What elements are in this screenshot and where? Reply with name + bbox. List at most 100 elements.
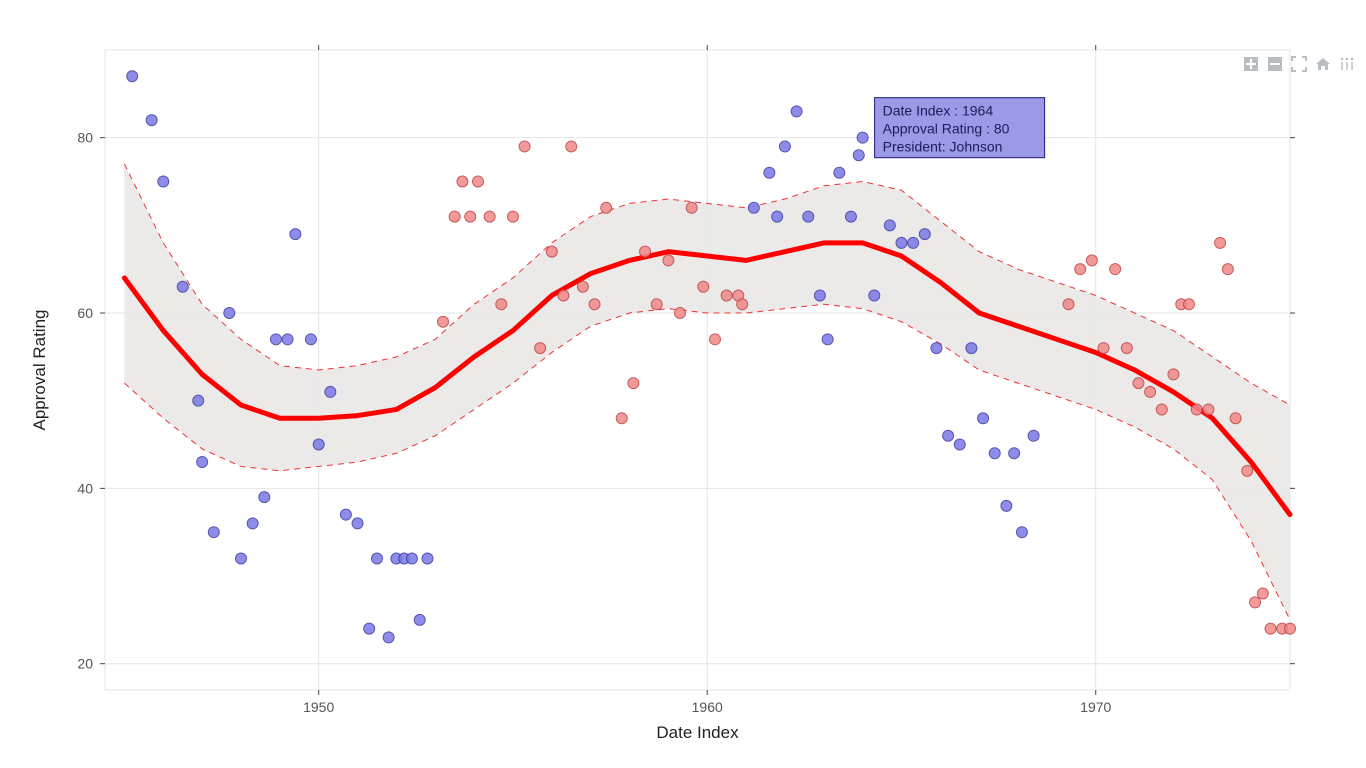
data-point[interactable] bbox=[438, 316, 449, 327]
data-point[interactable] bbox=[282, 334, 293, 345]
data-point[interactable] bbox=[814, 290, 825, 301]
data-point[interactable] bbox=[193, 395, 204, 406]
data-point[interactable] bbox=[146, 115, 157, 126]
data-point[interactable] bbox=[406, 553, 417, 564]
data-point[interactable] bbox=[177, 281, 188, 292]
data-point[interactable] bbox=[1250, 597, 1261, 608]
data-point[interactable] bbox=[1183, 299, 1194, 310]
data-point[interactable] bbox=[371, 553, 382, 564]
data-point[interactable] bbox=[772, 211, 783, 222]
data-point[interactable] bbox=[748, 202, 759, 213]
data-point[interactable] bbox=[737, 299, 748, 310]
data-point[interactable] bbox=[896, 237, 907, 248]
data-point[interactable] bbox=[989, 448, 1000, 459]
data-point[interactable] bbox=[779, 141, 790, 152]
data-point[interactable] bbox=[1001, 500, 1012, 511]
data-point[interactable] bbox=[919, 229, 930, 240]
zoom-out-button[interactable] bbox=[1266, 55, 1284, 73]
data-point[interactable] bbox=[208, 527, 219, 538]
data-point[interactable] bbox=[577, 281, 588, 292]
data-point[interactable] bbox=[822, 334, 833, 345]
data-point[interactable] bbox=[558, 290, 569, 301]
data-point[interactable] bbox=[465, 211, 476, 222]
expand-button[interactable] bbox=[1290, 55, 1308, 73]
data-point[interactable] bbox=[869, 290, 880, 301]
data-point[interactable] bbox=[1086, 255, 1097, 266]
data-point[interactable] bbox=[675, 308, 686, 319]
data-point[interactable] bbox=[978, 413, 989, 424]
data-point[interactable] bbox=[628, 378, 639, 389]
data-point[interactable] bbox=[364, 623, 375, 634]
data-point[interactable] bbox=[1257, 588, 1268, 599]
data-point[interactable] bbox=[1121, 343, 1132, 354]
data-point[interactable] bbox=[305, 334, 316, 345]
data-point[interactable] bbox=[224, 308, 235, 319]
data-point[interactable] bbox=[803, 211, 814, 222]
data-point[interactable] bbox=[235, 553, 246, 564]
data-point[interactable] bbox=[884, 220, 895, 231]
data-point[interactable] bbox=[1168, 369, 1179, 380]
home-button[interactable] bbox=[1314, 55, 1332, 73]
data-point[interactable] bbox=[845, 211, 856, 222]
data-point[interactable] bbox=[966, 343, 977, 354]
data-point[interactable] bbox=[325, 386, 336, 397]
data-point[interactable] bbox=[1110, 264, 1121, 275]
data-point[interactable] bbox=[247, 518, 258, 529]
data-point[interactable] bbox=[1285, 623, 1296, 634]
data-point[interactable] bbox=[158, 176, 169, 187]
data-point[interactable] bbox=[449, 211, 460, 222]
data-point[interactable] bbox=[908, 237, 919, 248]
data-point[interactable] bbox=[698, 281, 709, 292]
data-point[interactable] bbox=[1028, 430, 1039, 441]
data-point[interactable] bbox=[484, 211, 495, 222]
data-point[interactable] bbox=[853, 150, 864, 161]
data-point[interactable] bbox=[1098, 343, 1109, 354]
data-point[interactable] bbox=[1191, 404, 1202, 415]
brush-button[interactable] bbox=[1338, 55, 1356, 73]
data-point[interactable] bbox=[651, 299, 662, 310]
data-point[interactable] bbox=[1075, 264, 1086, 275]
data-point[interactable] bbox=[1215, 237, 1226, 248]
data-point[interactable] bbox=[472, 176, 483, 187]
data-point[interactable] bbox=[1222, 264, 1233, 275]
data-point[interactable] bbox=[414, 614, 425, 625]
data-point[interactable] bbox=[1016, 527, 1027, 538]
data-point[interactable] bbox=[546, 246, 557, 257]
data-point[interactable] bbox=[566, 141, 577, 152]
data-point[interactable] bbox=[721, 290, 732, 301]
data-point[interactable] bbox=[340, 509, 351, 520]
data-point[interactable] bbox=[1133, 378, 1144, 389]
data-point[interactable] bbox=[1230, 413, 1241, 424]
data-point[interactable] bbox=[352, 518, 363, 529]
data-point[interactable] bbox=[943, 430, 954, 441]
data-point[interactable] bbox=[422, 553, 433, 564]
data-point[interactable] bbox=[663, 255, 674, 266]
data-point[interactable] bbox=[507, 211, 518, 222]
data-point[interactable] bbox=[127, 71, 138, 82]
data-point[interactable] bbox=[1009, 448, 1020, 459]
data-point[interactable] bbox=[519, 141, 530, 152]
data-point[interactable] bbox=[931, 343, 942, 354]
zoom-in-button[interactable] bbox=[1242, 55, 1260, 73]
data-point[interactable] bbox=[1242, 465, 1253, 476]
data-point[interactable] bbox=[709, 334, 720, 345]
data-point[interactable] bbox=[1265, 623, 1276, 634]
data-point[interactable] bbox=[313, 439, 324, 450]
data-point[interactable] bbox=[290, 229, 301, 240]
data-point[interactable] bbox=[457, 176, 468, 187]
data-point[interactable] bbox=[791, 106, 802, 117]
data-point[interactable] bbox=[496, 299, 507, 310]
data-point[interactable] bbox=[857, 132, 868, 143]
approval-chart[interactable]: 19501960197020406080Date IndexApproval R… bbox=[0, 0, 1366, 768]
data-point[interactable] bbox=[954, 439, 965, 450]
data-point[interactable] bbox=[686, 202, 697, 213]
data-point[interactable] bbox=[270, 334, 281, 345]
data-point[interactable] bbox=[1156, 404, 1167, 415]
data-point[interactable] bbox=[1063, 299, 1074, 310]
data-point[interactable] bbox=[1145, 386, 1156, 397]
data-point[interactable] bbox=[259, 492, 270, 503]
data-point[interactable] bbox=[1203, 404, 1214, 415]
data-point[interactable] bbox=[640, 246, 651, 257]
data-point[interactable] bbox=[535, 343, 546, 354]
data-point[interactable] bbox=[589, 299, 600, 310]
